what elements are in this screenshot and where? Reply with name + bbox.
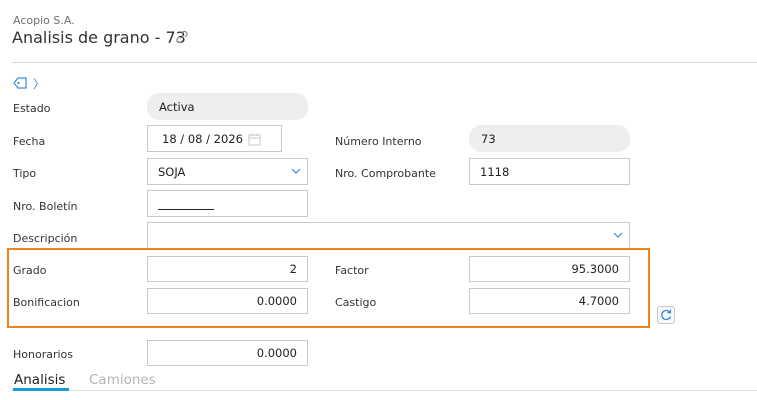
numero-interno-label: Número Interno	[335, 135, 422, 148]
refresh-icon	[661, 309, 672, 321]
honorarios-value: 0.0000	[256, 346, 297, 360]
estado-label: Estado	[13, 102, 51, 115]
grado-input[interactable]: 2	[147, 256, 308, 282]
nro-comprobante-input[interactable]: 1118	[469, 158, 630, 185]
company-name: Acopio S.A.	[13, 14, 75, 27]
chevron-down-icon[interactable]	[613, 230, 623, 240]
calendar-icon[interactable]	[248, 133, 261, 146]
refresh-button[interactable]	[657, 306, 675, 324]
estado-field: Activa	[147, 93, 308, 120]
nro-boletin-value	[158, 197, 214, 210]
tipo-select[interactable]: SOJA	[147, 158, 308, 185]
bonificacion-value: 0.0000	[256, 294, 297, 308]
castigo-label: Castigo	[335, 296, 377, 309]
nro-comprobante-label: Nro. Comprobante	[335, 167, 436, 180]
castigo-value: 4.7000	[578, 294, 619, 308]
tab-camiones[interactable]: Camiones	[89, 372, 156, 388]
numero-interno-field: 73	[469, 125, 630, 152]
grado-label: Grado	[13, 264, 47, 277]
honorarios-label: Honorarios	[13, 348, 74, 361]
grado-value: 2	[289, 262, 297, 276]
nro-boletin-label: Nro. Boletín	[13, 200, 78, 213]
link-icon[interactable]	[174, 29, 190, 45]
castigo-input[interactable]: 4.7000	[469, 288, 630, 314]
factor-input[interactable]: 95.3000	[469, 256, 630, 282]
factor-value: 95.3000	[571, 262, 619, 276]
fecha-label: Fecha	[13, 135, 46, 148]
nro-boletin-input[interactable]	[147, 190, 308, 217]
active-tab-indicator	[13, 388, 69, 391]
tipo-value: SOJA	[158, 164, 186, 179]
bonificacion-label: Bonificacion	[13, 296, 80, 309]
factor-label: Factor	[335, 264, 369, 277]
page-title: Analisis de grano - 73	[12, 28, 186, 47]
tabs-divider	[12, 390, 757, 391]
header-divider	[12, 62, 757, 63]
fecha-value: 18 / 08 / 2026	[162, 131, 243, 146]
honorarios-input[interactable]: 0.0000	[147, 340, 308, 366]
tab-analisis[interactable]: Analisis	[14, 372, 65, 388]
descripcion-label: Descripción	[13, 232, 78, 245]
nro-comprobante-value: 1118	[480, 164, 510, 179]
numero-interno-value: 73	[481, 131, 496, 146]
tag-icon[interactable]	[12, 76, 28, 90]
chevron-down-icon[interactable]	[291, 166, 301, 176]
estado-value: Activa	[159, 99, 195, 114]
tipo-label: Tipo	[13, 167, 37, 180]
chevron-right-icon[interactable]: 〉	[33, 75, 45, 92]
fecha-input[interactable]: 18 / 08 / 2026	[147, 125, 282, 152]
bonificacion-input[interactable]: 0.0000	[147, 288, 308, 314]
descripcion-select[interactable]	[147, 222, 630, 249]
